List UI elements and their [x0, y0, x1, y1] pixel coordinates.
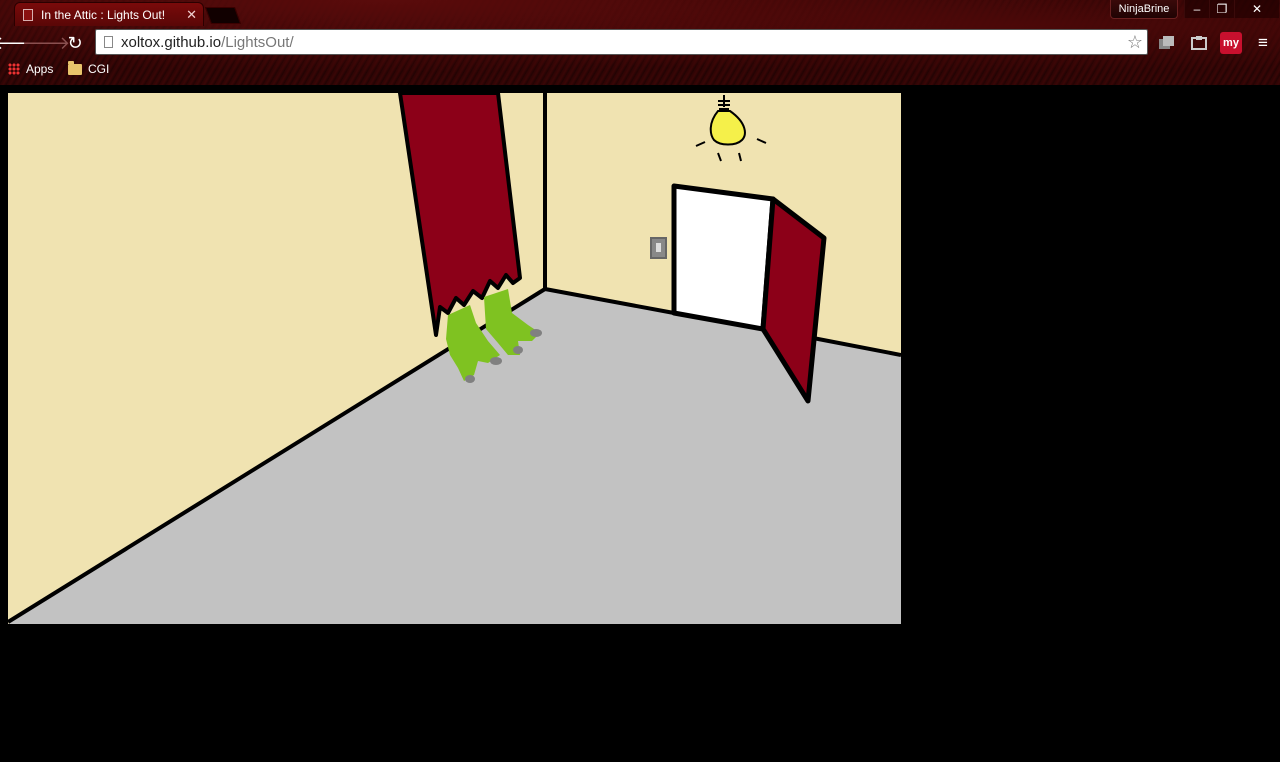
extension-icon[interactable] [1188, 32, 1210, 54]
restore-button[interactable]: ❐ [1209, 0, 1234, 18]
profile-button[interactable]: NinjaBrine [1110, 0, 1178, 19]
tab-close-icon[interactable]: ✕ [186, 7, 197, 23]
doorway[interactable] [671, 183, 776, 332]
reload-button[interactable]: ↻ [64, 32, 86, 54]
bookmark-star-icon[interactable]: ☆ [1127, 32, 1143, 53]
address-bar[interactable]: xoltox.github.io/LightsOut/ ☆ [95, 29, 1148, 55]
bookmark-apps-label: Apps [26, 62, 54, 76]
bookmark-apps[interactable]: Apps [8, 62, 53, 76]
bookmark-folder-cgi[interactable]: CGI [68, 60, 110, 76]
page-icon [104, 36, 113, 48]
new-tab-button[interactable] [204, 7, 242, 24]
browser-chrome: In the Attic : Lights Out! ✕ NinjaBrine … [0, 0, 1280, 86]
close-window-button[interactable]: ✕ [1234, 0, 1279, 18]
page-favicon-icon [23, 8, 33, 21]
light-bulb[interactable] [695, 95, 767, 162]
url-path: /LightsOut/ [221, 33, 294, 51]
menu-icon[interactable]: ≡ [1252, 32, 1274, 54]
window-controls: – ❐ ✕ [1184, 0, 1279, 18]
url-host: xoltox.github.io [121, 33, 222, 51]
tab-active[interactable]: In the Attic : Lights Out! ✕ [14, 2, 204, 26]
forward-button[interactable]: 🡒 [22, 32, 70, 54]
apps-grid-icon [8, 63, 20, 75]
light-switch-toggle [656, 243, 661, 252]
extension-my-icon[interactable]: my [1220, 32, 1242, 54]
attic-scene [8, 93, 901, 624]
bookmark-folder-label: CGI [88, 62, 110, 76]
url-text[interactable]: xoltox.github.io/LightsOut/ [121, 34, 1127, 51]
minimize-button[interactable]: – [1184, 0, 1209, 18]
bookmarks-bar: Apps CGI [0, 60, 1280, 82]
game-canvas[interactable] [8, 93, 901, 624]
tab-title: In the Attic : Lights Out! [41, 7, 166, 22]
folder-icon [68, 60, 82, 75]
toolbar: 🡐 🡒 ↻ xoltox.github.io/LightsOut/ ☆ my ≡ [0, 28, 1280, 58]
extension-icon[interactable] [1156, 32, 1178, 54]
